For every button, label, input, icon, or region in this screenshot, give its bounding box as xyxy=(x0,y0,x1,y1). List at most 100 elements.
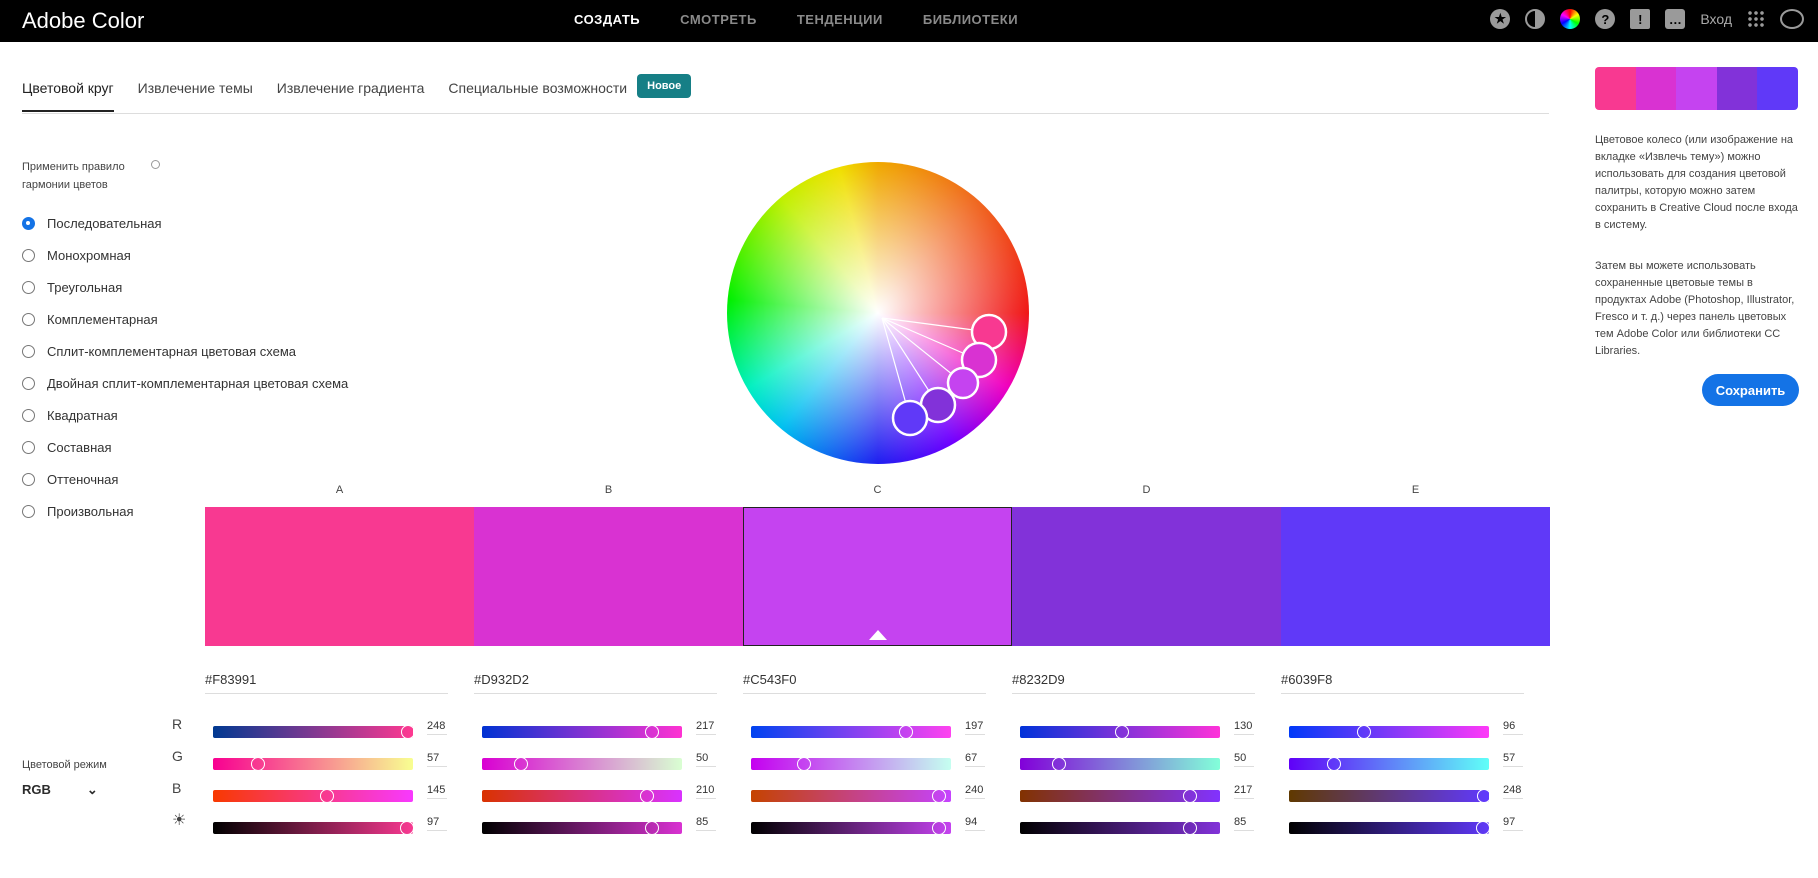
slider-g[interactable] xyxy=(482,757,682,771)
slider-value-r[interactable]: 197 xyxy=(965,720,985,735)
harmony-option[interactable]: Последовательная xyxy=(22,207,348,239)
slider-knob[interactable] xyxy=(932,789,947,803)
hex-input[interactable]: #8232D9 xyxy=(1012,672,1255,694)
slider-value-br[interactable]: 85 xyxy=(1234,816,1254,831)
slider-knob[interactable] xyxy=(1476,789,1491,803)
slider-knob[interactable] xyxy=(1114,725,1129,739)
slider-knob[interactable] xyxy=(319,789,334,803)
color-swatch[interactable] xyxy=(1281,507,1550,646)
slider-value-b[interactable]: 210 xyxy=(696,784,716,799)
color-swatch[interactable] xyxy=(205,507,474,646)
nav-create[interactable]: СОЗДАТЬ xyxy=(574,12,640,27)
slider-r[interactable] xyxy=(1020,725,1220,739)
slider-g[interactable] xyxy=(1020,757,1220,771)
color-handle[interactable] xyxy=(946,366,980,400)
slider-value-r[interactable]: 248 xyxy=(427,720,447,735)
harmony-option[interactable]: Монохромная xyxy=(22,239,348,271)
slider-knob[interactable] xyxy=(645,725,660,739)
slider-value-b[interactable]: 240 xyxy=(965,784,985,799)
hex-input[interactable]: #C543F0 xyxy=(743,672,986,694)
radio-icon[interactable] xyxy=(22,472,35,486)
harmony-option[interactable]: Сплит-комплементарная цветовая схема xyxy=(22,335,348,367)
nav-explore[interactable]: СМОТРЕТЬ xyxy=(680,12,757,27)
slider-value-r[interactable]: 96 xyxy=(1503,720,1523,735)
harmony-option[interactable]: Треугольная xyxy=(22,271,348,303)
nav-libraries[interactable]: БИБЛИОТЕКИ xyxy=(923,12,1018,27)
slider-knob[interactable] xyxy=(932,821,946,835)
radio-icon[interactable] xyxy=(22,280,35,294)
hex-input[interactable]: #D932D2 xyxy=(474,672,717,694)
nav-trends[interactable]: ТЕНДЕНЦИИ xyxy=(797,12,883,27)
slider-b[interactable] xyxy=(213,789,413,803)
color-wheel-icon[interactable] xyxy=(1560,9,1581,29)
slider-r[interactable] xyxy=(213,725,415,739)
slider-value-b[interactable]: 217 xyxy=(1234,784,1254,799)
radio-icon[interactable] xyxy=(22,216,35,230)
radio-icon[interactable] xyxy=(22,248,35,262)
slider-b[interactable] xyxy=(751,789,951,803)
slider-knob[interactable] xyxy=(250,757,265,771)
tab-extract-gradient[interactable]: Извлечение градиента xyxy=(277,80,425,110)
slider-br[interactable] xyxy=(1289,821,1490,835)
save-button[interactable]: Сохранить xyxy=(1702,374,1799,406)
slider-knob[interactable] xyxy=(400,821,414,835)
slider-b[interactable] xyxy=(1020,789,1220,803)
radio-icon[interactable] xyxy=(22,504,35,518)
apps-grid-icon[interactable] xyxy=(1747,10,1765,28)
slider-r[interactable] xyxy=(482,725,682,739)
slider-br[interactable] xyxy=(751,821,951,835)
slider-value-r[interactable]: 217 xyxy=(696,720,716,735)
logo[interactable]: Adobe Color xyxy=(22,8,144,34)
slider-knob[interactable] xyxy=(898,725,913,739)
slider-knob[interactable] xyxy=(1476,821,1490,835)
slider-knob[interactable] xyxy=(1183,789,1198,803)
slider-value-br[interactable]: 97 xyxy=(427,816,447,831)
tab-extract-theme[interactable]: Извлечение темы xyxy=(138,80,253,110)
slider-b[interactable] xyxy=(482,789,682,803)
slider-g[interactable] xyxy=(751,757,951,771)
radio-icon[interactable] xyxy=(22,344,35,358)
harmony-option[interactable]: Квадратная xyxy=(22,399,348,431)
color-mode-select[interactable]: RGB ⌄ xyxy=(22,782,98,798)
chat-icon[interactable]: … xyxy=(1665,9,1686,29)
color-swatch[interactable] xyxy=(743,507,1012,646)
slider-knob[interactable] xyxy=(1052,757,1067,771)
slider-knob[interactable] xyxy=(514,757,529,771)
slider-value-g[interactable]: 57 xyxy=(427,752,447,767)
slider-value-b[interactable]: 145 xyxy=(427,784,447,799)
slider-value-br[interactable]: 85 xyxy=(696,816,716,831)
slider-value-g[interactable]: 57 xyxy=(1503,752,1523,767)
tab-color-wheel[interactable]: Цветовой круг xyxy=(22,80,114,112)
creative-cloud-icon[interactable] xyxy=(1780,9,1804,29)
slider-knob[interactable] xyxy=(1326,757,1341,771)
slider-knob[interactable] xyxy=(639,789,654,803)
slider-knob[interactable] xyxy=(1357,725,1372,739)
slider-knob[interactable] xyxy=(400,725,415,739)
slider-value-br[interactable]: 97 xyxy=(1503,816,1523,831)
color-handle[interactable] xyxy=(891,399,929,437)
slider-value-g[interactable]: 50 xyxy=(1234,752,1254,767)
slider-g[interactable] xyxy=(1289,757,1489,771)
color-swatch[interactable] xyxy=(474,507,743,646)
tab-accessibility[interactable]: Специальные возможности xyxy=(448,80,627,110)
hex-input[interactable]: #F83991 xyxy=(205,672,448,694)
slider-r[interactable] xyxy=(751,725,951,739)
color-swatch[interactable] xyxy=(1012,507,1281,646)
login-link[interactable]: Вход xyxy=(1700,11,1732,27)
slider-value-r[interactable]: 130 xyxy=(1234,720,1254,735)
hex-input[interactable]: #6039F8 xyxy=(1281,672,1524,694)
radio-icon[interactable] xyxy=(22,408,35,422)
slider-g[interactable] xyxy=(213,757,413,771)
radio-icon[interactable] xyxy=(22,440,35,454)
feedback-icon[interactable]: ! xyxy=(1630,9,1651,29)
harmony-option[interactable]: Двойная сплит-комплементарная цветовая с… xyxy=(22,367,348,399)
slider-knob[interactable] xyxy=(645,821,659,835)
theme-toggle-icon[interactable] xyxy=(1525,9,1546,29)
harmony-option[interactable]: Составная xyxy=(22,431,348,463)
slider-value-b[interactable]: 248 xyxy=(1503,784,1523,799)
slider-br[interactable] xyxy=(213,821,414,835)
help-icon[interactable]: ? xyxy=(1595,9,1616,29)
harmony-option[interactable]: Комплементарная xyxy=(22,303,348,335)
star-icon[interactable]: ★ xyxy=(1490,9,1511,29)
slider-br[interactable] xyxy=(1020,821,1220,835)
